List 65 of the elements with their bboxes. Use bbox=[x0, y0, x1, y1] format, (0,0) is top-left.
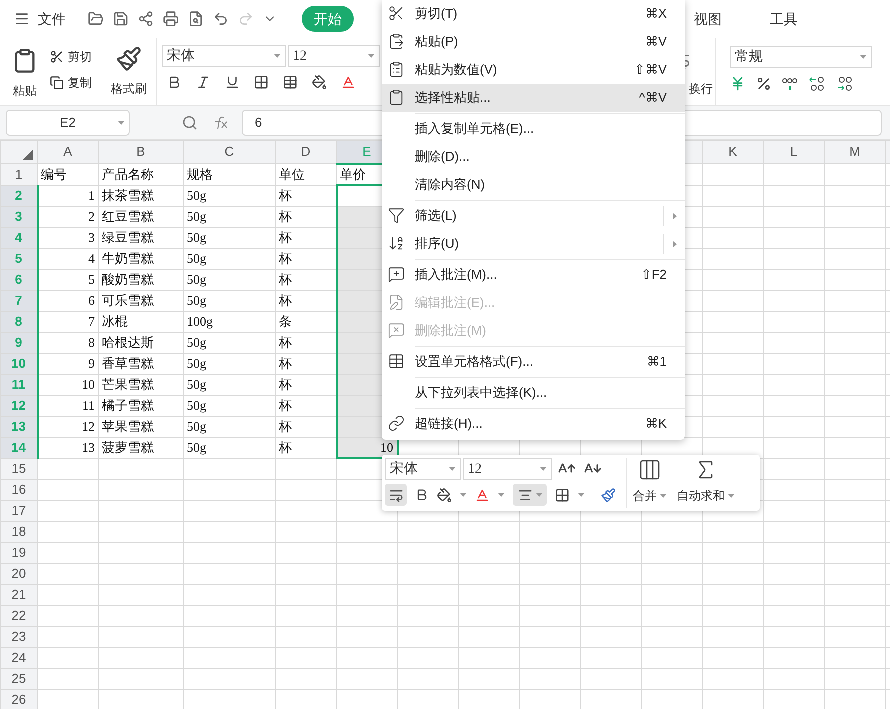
table-cell: 红豆雪糕 bbox=[102, 208, 154, 224]
table-cell: 哈根达斯 bbox=[102, 334, 154, 350]
table-cell: 2 bbox=[88, 208, 95, 224]
table-cell: 3 bbox=[88, 230, 95, 245]
shortcut-label: ⌘X bbox=[645, 5, 667, 24]
table-cell: 50g bbox=[187, 250, 206, 266]
shortcut-label: ⌘1 bbox=[646, 353, 667, 372]
table-cell: 50g bbox=[187, 188, 206, 203]
shortcut-label: ⇧F2 bbox=[640, 266, 667, 284]
table-cell: 10 bbox=[82, 376, 95, 392]
table-cell: 规格 bbox=[187, 166, 213, 182]
table-cell: 8 bbox=[88, 334, 95, 350]
table-cell: 50g bbox=[187, 440, 206, 455]
table-cell: 苹果雪糕 bbox=[102, 418, 154, 434]
table-cell: 4 bbox=[88, 250, 95, 266]
shortcut-label: ⌘V bbox=[645, 33, 667, 52]
table-cell: 杯 bbox=[279, 356, 292, 371]
table-cell: 单位 bbox=[279, 166, 305, 182]
table-cell: 1 bbox=[88, 188, 95, 203]
table-cell: 9 bbox=[88, 356, 95, 371]
shortcut-label: ⌘K bbox=[645, 415, 667, 434]
table-cell: 50g bbox=[187, 230, 206, 245]
table-cell: 条 bbox=[279, 314, 292, 329]
table-cell: 杯 bbox=[279, 230, 292, 245]
table-cell: 单价 bbox=[340, 166, 366, 182]
table-cell: 杯 bbox=[279, 208, 292, 224]
table-cell: 香草雪糕 bbox=[102, 356, 154, 371]
table-cell: 杯 bbox=[279, 188, 292, 203]
table-cell: 绿豆雪糕 bbox=[102, 230, 154, 245]
table-cell: 10 bbox=[380, 440, 394, 454]
table-cell: 50g bbox=[187, 272, 206, 287]
table-cell: 杯 bbox=[279, 440, 292, 455]
table-cell: 杯 bbox=[279, 376, 292, 392]
table-cell: 橘子雪糕 bbox=[102, 398, 154, 413]
table-cell: 牛奶雪糕 bbox=[102, 250, 154, 266]
table-cell: 50g bbox=[187, 418, 206, 434]
table-cell: 抹茶雪糕 bbox=[102, 188, 154, 203]
table-cell: 可乐雪糕 bbox=[102, 292, 154, 308]
table-cell: 菠萝雪糕 bbox=[102, 440, 154, 455]
table-cell: 7 bbox=[88, 314, 95, 329]
shortcut-label: ^⌘V bbox=[639, 89, 667, 108]
table-cell: 12 bbox=[82, 418, 95, 434]
table-cell: 50g bbox=[187, 356, 206, 371]
table-cell: 杯 bbox=[279, 334, 292, 350]
table-cell: 50g bbox=[187, 376, 206, 392]
table-cell: 杯 bbox=[279, 250, 292, 266]
table-cell: 13 bbox=[82, 440, 95, 455]
table-cell: 编号 bbox=[41, 166, 67, 182]
table-cell: 50g bbox=[187, 292, 206, 308]
table-cell: 酸奶雪糕 bbox=[102, 272, 154, 287]
table-cell: 杯 bbox=[279, 292, 292, 308]
table-cell: 11 bbox=[82, 398, 95, 413]
table-cell: 芒果雪糕 bbox=[102, 376, 154, 392]
table-cell: 产品名称 bbox=[102, 166, 154, 182]
table-cell: 冰棍 bbox=[102, 314, 128, 329]
table-cell: 5 bbox=[88, 272, 95, 287]
table-cell: 100g bbox=[187, 314, 213, 329]
table-cell: 杯 bbox=[279, 418, 292, 434]
shortcut-label: ⇧⌘V bbox=[634, 61, 667, 80]
table-cell: 50g bbox=[187, 398, 206, 413]
table-cell: 50g bbox=[187, 334, 206, 350]
table-cell: 50g bbox=[187, 208, 206, 224]
table-cell: 杯 bbox=[279, 398, 292, 413]
table-cell: 杯 bbox=[279, 272, 292, 287]
table-cell: 6 bbox=[88, 292, 95, 308]
